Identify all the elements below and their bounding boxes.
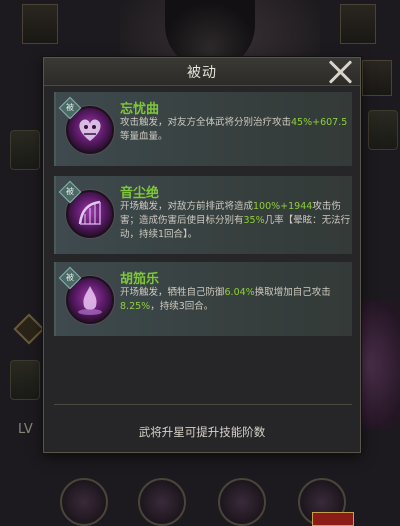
modal-title: 被动 bbox=[187, 64, 217, 81]
upgrade-hint: 武将升星可提升技能阶数 bbox=[138, 425, 266, 439]
divider bbox=[54, 404, 352, 405]
skill-card: 被 胡笳乐 开场触发，牺牲自己防御6.04%换取增加自己攻击8.25%，持续3回… bbox=[54, 262, 352, 336]
red-badge bbox=[312, 512, 354, 526]
skill-description: 开场触发，对敌方前排武将造成100%+1944攻击伤害；造成伤害后使目标分别有3… bbox=[120, 201, 351, 240]
skill-icon-wrap: 被 bbox=[58, 96, 114, 158]
skill-icon-wrap: 被 bbox=[58, 266, 114, 328]
bottom-skill-icon[interactable] bbox=[60, 478, 108, 526]
skill-card: 被 音尘绝 开场触发，对敌方前排武将造成100%+1944攻击伤害；造成伤害后使… bbox=[54, 176, 352, 254]
side-tab[interactable] bbox=[368, 110, 398, 150]
side-tab[interactable] bbox=[10, 130, 40, 170]
skill-description: 攻击触发，对友方全体武将分别治疗攻击45%+607.5等量血量。 bbox=[120, 117, 348, 142]
skill-description: 开场触发，牺牲自己防御6.04%换取增加自己攻击8.25%，持续3回合。 bbox=[120, 287, 331, 312]
nav-diamond-icon[interactable] bbox=[13, 313, 45, 345]
skill-name: 忘忧曲 bbox=[120, 102, 160, 117]
bottom-skill-icon[interactable] bbox=[218, 478, 266, 526]
equipment-slot-icon[interactable] bbox=[340, 4, 376, 44]
bottom-skill-icon[interactable] bbox=[138, 478, 186, 526]
equipment-slot-icon[interactable] bbox=[362, 60, 392, 96]
passive-skills-modal: 被动 被 忘忧曲 攻击触发，对友方全体武将分别治疗攻击45%+607.5等量血量… bbox=[43, 57, 361, 453]
modal-header: 被动 bbox=[44, 58, 360, 86]
side-tab[interactable] bbox=[10, 360, 40, 400]
skill-card: 被 忘忧曲 攻击触发，对友方全体武将分别治疗攻击45%+607.5等量血量。 bbox=[54, 92, 352, 166]
skill-name: 音尘绝 bbox=[120, 186, 160, 201]
equipment-slot-icon[interactable] bbox=[22, 4, 58, 44]
skill-icon-wrap: 被 bbox=[58, 180, 114, 242]
level-label: LV bbox=[18, 422, 33, 437]
close-icon[interactable] bbox=[327, 59, 355, 85]
skill-name: 胡笳乐 bbox=[120, 272, 160, 287]
